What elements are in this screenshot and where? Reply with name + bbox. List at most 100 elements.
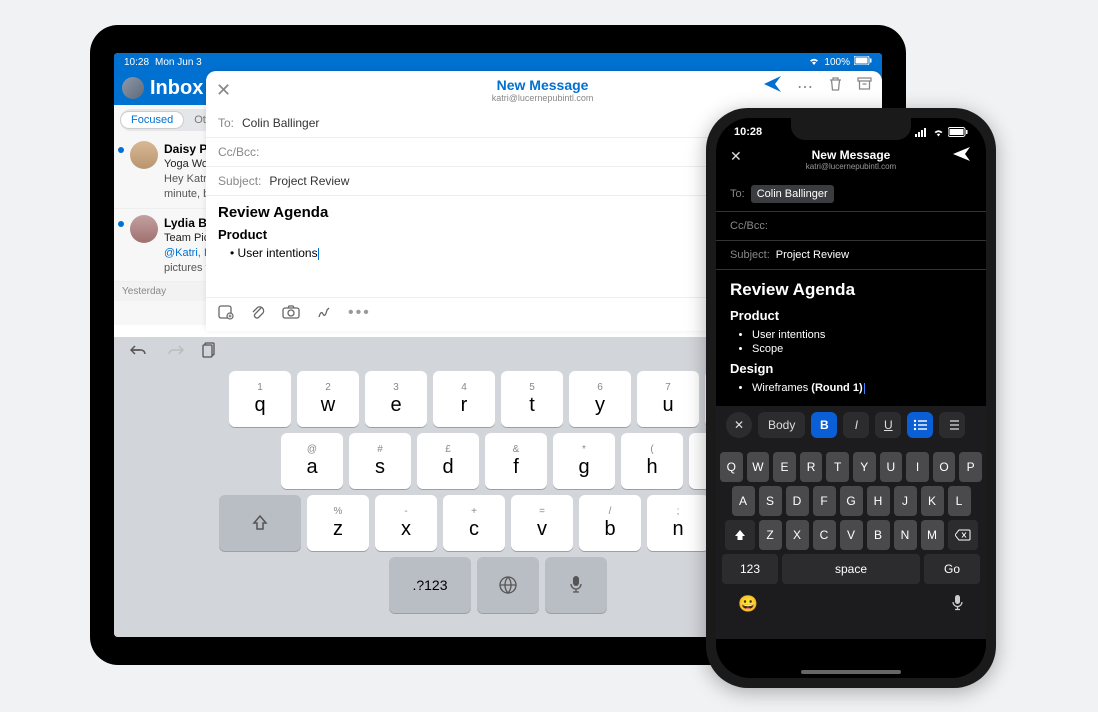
key-s[interactable]: S [759, 486, 782, 516]
shift-key[interactable] [725, 520, 755, 550]
key-f[interactable]: &f [485, 433, 547, 489]
close-button[interactable]: ✕ [216, 80, 231, 101]
key-g[interactable]: *g [553, 433, 615, 489]
key-f[interactable]: F [813, 486, 836, 516]
clipboard-icon[interactable] [202, 342, 216, 363]
key-x[interactable]: X [786, 520, 809, 550]
key-p[interactable]: P [959, 452, 982, 482]
key-l[interactable]: L [948, 486, 971, 516]
key-y[interactable]: Y [853, 452, 876, 482]
mic-key[interactable] [545, 557, 607, 613]
key-e[interactable]: E [773, 452, 796, 482]
key-c[interactable]: C [813, 520, 836, 550]
key-m[interactable]: M [921, 520, 944, 550]
key-y[interactable]: 6y [569, 371, 631, 427]
ipad-status-bar: 10:28 Mon Jun 3 100% [114, 53, 882, 71]
archive-icon[interactable] [857, 76, 872, 97]
key-q[interactable]: Q [720, 452, 743, 482]
mail-avatar [130, 215, 158, 243]
home-indicator[interactable] [801, 670, 901, 674]
key-q[interactable]: 1q [229, 371, 291, 427]
numbers-key[interactable]: 123 [722, 554, 778, 584]
key-w[interactable]: 2w [297, 371, 359, 427]
key-v[interactable]: =v [511, 495, 573, 551]
more-menu-icon[interactable]: ⋯ [797, 77, 814, 97]
bullet-list-button[interactable] [907, 412, 933, 438]
compose-body[interactable]: Review Agenda Product User intentions Sc… [716, 270, 986, 406]
key-z[interactable]: Z [759, 520, 782, 550]
cc-field[interactable]: Cc/Bcc: [716, 212, 986, 241]
tab-focused[interactable]: Focused [120, 111, 184, 129]
key-x[interactable]: -x [375, 495, 437, 551]
subject-field[interactable]: Subject: Project Review [716, 241, 986, 270]
compose-email: katri@lucernepubintl.com [492, 93, 594, 103]
close-button[interactable]: ✕ [730, 148, 742, 165]
body-subheading: Design [730, 361, 972, 376]
key-o[interactable]: O [933, 452, 956, 482]
key-n[interactable]: ;n [647, 495, 709, 551]
key-g[interactable]: G [840, 486, 863, 516]
key-t[interactable]: T [826, 452, 849, 482]
body-bullet: User intentions [752, 329, 972, 341]
bold-button[interactable]: B [811, 412, 837, 438]
key-b[interactable]: /b [579, 495, 641, 551]
key-a[interactable]: A [732, 486, 755, 516]
key-z[interactable]: %z [307, 495, 369, 551]
key-r[interactable]: R [800, 452, 823, 482]
key-n[interactable]: N [894, 520, 917, 550]
key-r[interactable]: 4r [433, 371, 495, 427]
unread-dot [118, 147, 124, 153]
recipient-chip[interactable]: Colin Ballinger [751, 185, 834, 203]
unread-dot [118, 221, 124, 227]
key-h[interactable]: H [867, 486, 890, 516]
calendar-attach-icon[interactable] [218, 304, 234, 325]
key-i[interactable]: I [906, 452, 929, 482]
body-bullet: Wireframes (Round 1) [752, 382, 972, 394]
close-format-button[interactable]: ✕ [726, 412, 752, 438]
undo-icon[interactable] [130, 343, 148, 362]
key-d[interactable]: D [786, 486, 809, 516]
key-k[interactable]: K [921, 486, 944, 516]
go-key[interactable]: Go [924, 554, 980, 584]
key-t[interactable]: 5t [501, 371, 563, 427]
globe-key[interactable] [477, 557, 539, 613]
header-actions: ⋯ [763, 75, 872, 98]
iphone-screen: 10:28 ✕ New Message katri@lucernepubintl… [716, 118, 986, 678]
key-s[interactable]: #s [349, 433, 411, 489]
emoji-button[interactable]: 😀 [738, 594, 758, 617]
numbers-key[interactable]: .?123 [389, 557, 471, 613]
underline-button[interactable]: U [875, 412, 901, 438]
wifi-icon [808, 56, 820, 69]
more-icon[interactable]: ••• [348, 304, 371, 325]
delete-key[interactable] [948, 520, 978, 550]
camera-icon[interactable] [282, 304, 300, 325]
signature-icon[interactable] [316, 304, 332, 325]
attach-icon[interactable] [250, 304, 266, 325]
send-button[interactable] [952, 146, 972, 167]
key-w[interactable]: W [747, 452, 770, 482]
to-label: To: [730, 188, 745, 200]
user-avatar[interactable] [122, 77, 144, 99]
key-c[interactable]: +c [443, 495, 505, 551]
style-body-button[interactable]: Body [758, 412, 805, 438]
key-d[interactable]: £d [417, 433, 479, 489]
key-v[interactable]: V [840, 520, 863, 550]
key-j[interactable]: J [894, 486, 917, 516]
key-b[interactable]: B [867, 520, 890, 550]
key-a[interactable]: @a [281, 433, 343, 489]
key-u[interactable]: U [880, 452, 903, 482]
redo-icon[interactable] [166, 343, 184, 362]
subject-label: Subject: [218, 174, 261, 188]
mic-button[interactable] [951, 594, 964, 617]
trash-icon[interactable] [828, 76, 843, 97]
space-key[interactable]: space [782, 554, 920, 584]
numbered-list-button[interactable] [939, 412, 965, 438]
italic-button[interactable]: I [843, 412, 869, 438]
compose-header: ✕ New Message katri@lucernepubintl.com [716, 146, 986, 177]
key-h[interactable]: (h [621, 433, 683, 489]
key-e[interactable]: 3e [365, 371, 427, 427]
to-field[interactable]: To: Colin Ballinger [716, 177, 986, 212]
send-button[interactable] [763, 75, 783, 98]
shift-key[interactable] [219, 495, 301, 551]
key-u[interactable]: 7u [637, 371, 699, 427]
